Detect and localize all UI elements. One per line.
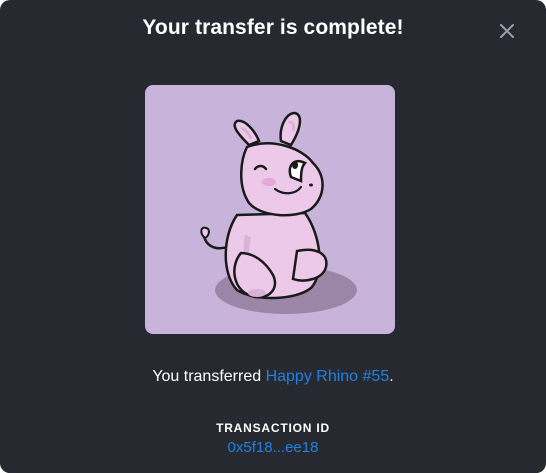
- close-icon: [500, 24, 514, 38]
- rhino-illustration: [200, 111, 357, 314]
- nft-name-link[interactable]: Happy Rhino #55: [266, 368, 390, 385]
- bottom-fade: [0, 463, 546, 473]
- message-prefix: You transferred: [152, 368, 266, 385]
- message-suffix: .: [389, 368, 394, 385]
- transaction-id-link[interactable]: 0x5f18...ee18: [228, 439, 319, 456]
- transaction-id-row: 0x5f18...ee18: [0, 439, 546, 456]
- transfer-complete-modal: Your transfer is complete! You transferr…: [0, 0, 546, 473]
- transaction-id-label: TRANSACTION ID: [216, 421, 330, 435]
- modal-title: Your transfer is complete!: [142, 16, 404, 39]
- transfer-message: You transferred Happy Rhino #55.: [0, 368, 546, 386]
- close-button[interactable]: [495, 19, 519, 43]
- nft-image: [145, 85, 395, 334]
